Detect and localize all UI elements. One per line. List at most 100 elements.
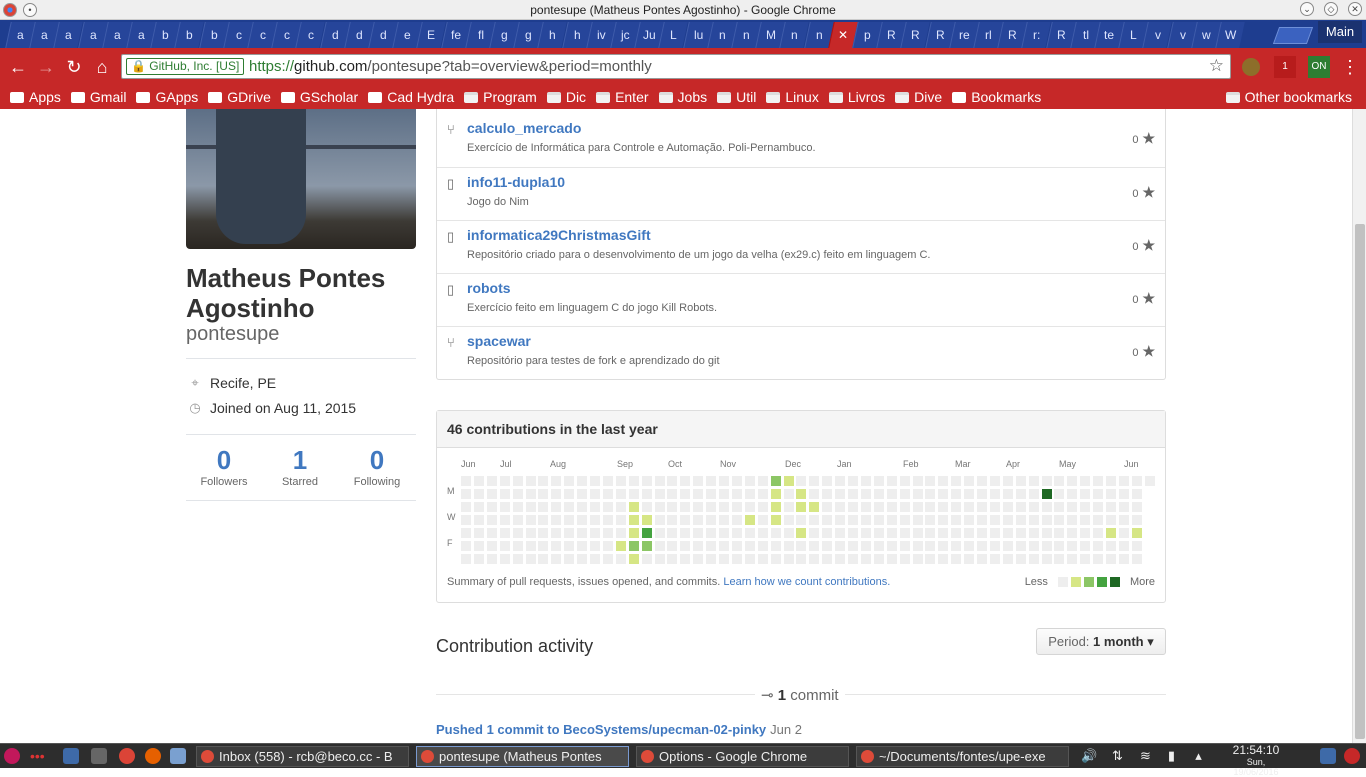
contribution-day[interactable] bbox=[757, 541, 768, 551]
contribution-day[interactable] bbox=[538, 476, 549, 486]
contribution-day[interactable] bbox=[770, 541, 781, 551]
contribution-day[interactable] bbox=[615, 476, 626, 486]
contribution-day[interactable] bbox=[873, 476, 884, 486]
contribution-day[interactable] bbox=[1118, 554, 1129, 564]
contribution-day[interactable] bbox=[564, 528, 575, 538]
contribution-day[interactable] bbox=[1041, 502, 1052, 512]
contribution-day[interactable] bbox=[796, 554, 807, 564]
contribution-day[interactable] bbox=[886, 554, 897, 564]
contribution-day[interactable] bbox=[1054, 528, 1065, 538]
contribution-day[interactable] bbox=[551, 554, 562, 564]
contribution-day[interactable] bbox=[461, 528, 471, 538]
contribution-day[interactable] bbox=[809, 554, 820, 564]
contribution-day[interactable] bbox=[860, 502, 871, 512]
contribution-day[interactable] bbox=[977, 541, 987, 551]
contribution-day[interactable] bbox=[1118, 489, 1129, 499]
contribution-day[interactable] bbox=[964, 502, 975, 512]
contribution-day[interactable] bbox=[1028, 515, 1039, 525]
contribution-day[interactable] bbox=[1106, 528, 1116, 538]
contribution-day[interactable] bbox=[473, 541, 484, 551]
bookmark-item[interactable]: Enter bbox=[596, 89, 649, 105]
contribution-day[interactable] bbox=[615, 515, 626, 525]
bookmark-item[interactable]: Linux bbox=[766, 89, 819, 105]
calculator-icon[interactable] bbox=[170, 748, 186, 764]
contribution-day[interactable] bbox=[1131, 515, 1142, 525]
contribution-day[interactable] bbox=[835, 476, 846, 486]
security-chip[interactable]: 🔒 GitHub, Inc. [US] bbox=[126, 58, 245, 75]
profile-button[interactable]: Main bbox=[1318, 21, 1362, 43]
contribution-day[interactable] bbox=[486, 515, 497, 525]
contribution-day[interactable] bbox=[680, 541, 691, 551]
contribution-day[interactable] bbox=[525, 515, 536, 525]
contribution-day[interactable] bbox=[461, 515, 471, 525]
contribution-day[interactable] bbox=[590, 489, 600, 499]
contribution-day[interactable] bbox=[835, 489, 846, 499]
repo-stars[interactable]: 0 ★ bbox=[1132, 290, 1155, 307]
contribution-day[interactable] bbox=[1054, 541, 1065, 551]
contribution-day[interactable] bbox=[602, 554, 613, 564]
contribution-day[interactable] bbox=[899, 502, 910, 512]
repo-name-link[interactable]: spacewar bbox=[467, 333, 531, 349]
contribution-day[interactable] bbox=[860, 476, 871, 486]
contribution-day[interactable] bbox=[1067, 528, 1078, 538]
contribution-day[interactable] bbox=[486, 554, 497, 564]
contribution-day[interactable] bbox=[706, 515, 717, 525]
contribution-day[interactable] bbox=[809, 528, 820, 538]
contribution-day[interactable] bbox=[989, 476, 1000, 486]
contribution-day[interactable] bbox=[577, 554, 588, 564]
contribution-day[interactable] bbox=[770, 489, 781, 499]
bookmark-item[interactable]: Util bbox=[717, 89, 756, 105]
contribution-day[interactable] bbox=[680, 502, 691, 512]
contribution-day[interactable] bbox=[925, 489, 936, 499]
contribution-day[interactable] bbox=[822, 502, 833, 512]
contribution-day[interactable] bbox=[757, 476, 768, 486]
contribution-day[interactable] bbox=[835, 502, 846, 512]
contribution-day[interactable] bbox=[1093, 541, 1104, 551]
close-icon[interactable]: ✕ bbox=[1348, 2, 1362, 16]
contribution-day[interactable] bbox=[641, 476, 652, 486]
repo-item[interactable]: ⑂ calculo_mercado Exercício de Informáti… bbox=[437, 114, 1165, 167]
contribution-day[interactable] bbox=[615, 554, 626, 564]
contribution-day[interactable] bbox=[731, 489, 742, 499]
contribution-day[interactable] bbox=[654, 515, 665, 525]
contribution-day[interactable] bbox=[680, 554, 691, 564]
contribution-day[interactable] bbox=[731, 541, 742, 551]
contribution-day[interactable] bbox=[899, 476, 910, 486]
contribution-day[interactable] bbox=[719, 489, 729, 499]
contribution-day[interactable] bbox=[499, 515, 510, 525]
contribution-day[interactable] bbox=[551, 489, 562, 499]
contribution-day[interactable] bbox=[848, 515, 858, 525]
contribution-day[interactable] bbox=[693, 554, 704, 564]
contribution-day[interactable] bbox=[1093, 476, 1104, 486]
contribution-day[interactable] bbox=[951, 502, 962, 512]
contribution-day[interactable] bbox=[590, 515, 600, 525]
contribution-day[interactable] bbox=[925, 528, 936, 538]
contribution-day[interactable] bbox=[538, 489, 549, 499]
contribution-day[interactable] bbox=[809, 515, 820, 525]
task-button[interactable]: pontesupe (Matheus Pontes bbox=[416, 746, 629, 767]
contribution-day[interactable] bbox=[1054, 502, 1065, 512]
contribution-day[interactable] bbox=[822, 476, 833, 486]
pushed-event[interactable]: Pushed 1 commit to BecoSystems/upecman-0… bbox=[436, 722, 802, 737]
contribution-day[interactable] bbox=[731, 476, 742, 486]
repo-stars[interactable]: 0 ★ bbox=[1132, 184, 1155, 201]
contribution-day[interactable] bbox=[641, 528, 652, 538]
contribution-day[interactable] bbox=[770, 554, 781, 564]
contribution-day[interactable] bbox=[538, 502, 549, 512]
contribution-day[interactable] bbox=[1002, 554, 1013, 564]
contribution-day[interactable] bbox=[1093, 489, 1104, 499]
contribution-day[interactable] bbox=[1054, 515, 1065, 525]
battery-icon[interactable]: ▮ bbox=[1163, 747, 1180, 764]
contribution-day[interactable] bbox=[951, 541, 962, 551]
contribution-day[interactable] bbox=[461, 502, 471, 512]
contribution-day[interactable] bbox=[1028, 476, 1039, 486]
contribution-day[interactable] bbox=[693, 515, 704, 525]
contribution-day[interactable] bbox=[796, 489, 807, 499]
terminal-icon[interactable] bbox=[91, 748, 107, 764]
contribution-day[interactable] bbox=[499, 554, 510, 564]
contribution-day[interactable] bbox=[615, 502, 626, 512]
contribution-day[interactable] bbox=[873, 541, 884, 551]
contribution-day[interactable] bbox=[951, 489, 962, 499]
power-icon[interactable] bbox=[1344, 748, 1360, 764]
contribution-day[interactable] bbox=[925, 476, 936, 486]
